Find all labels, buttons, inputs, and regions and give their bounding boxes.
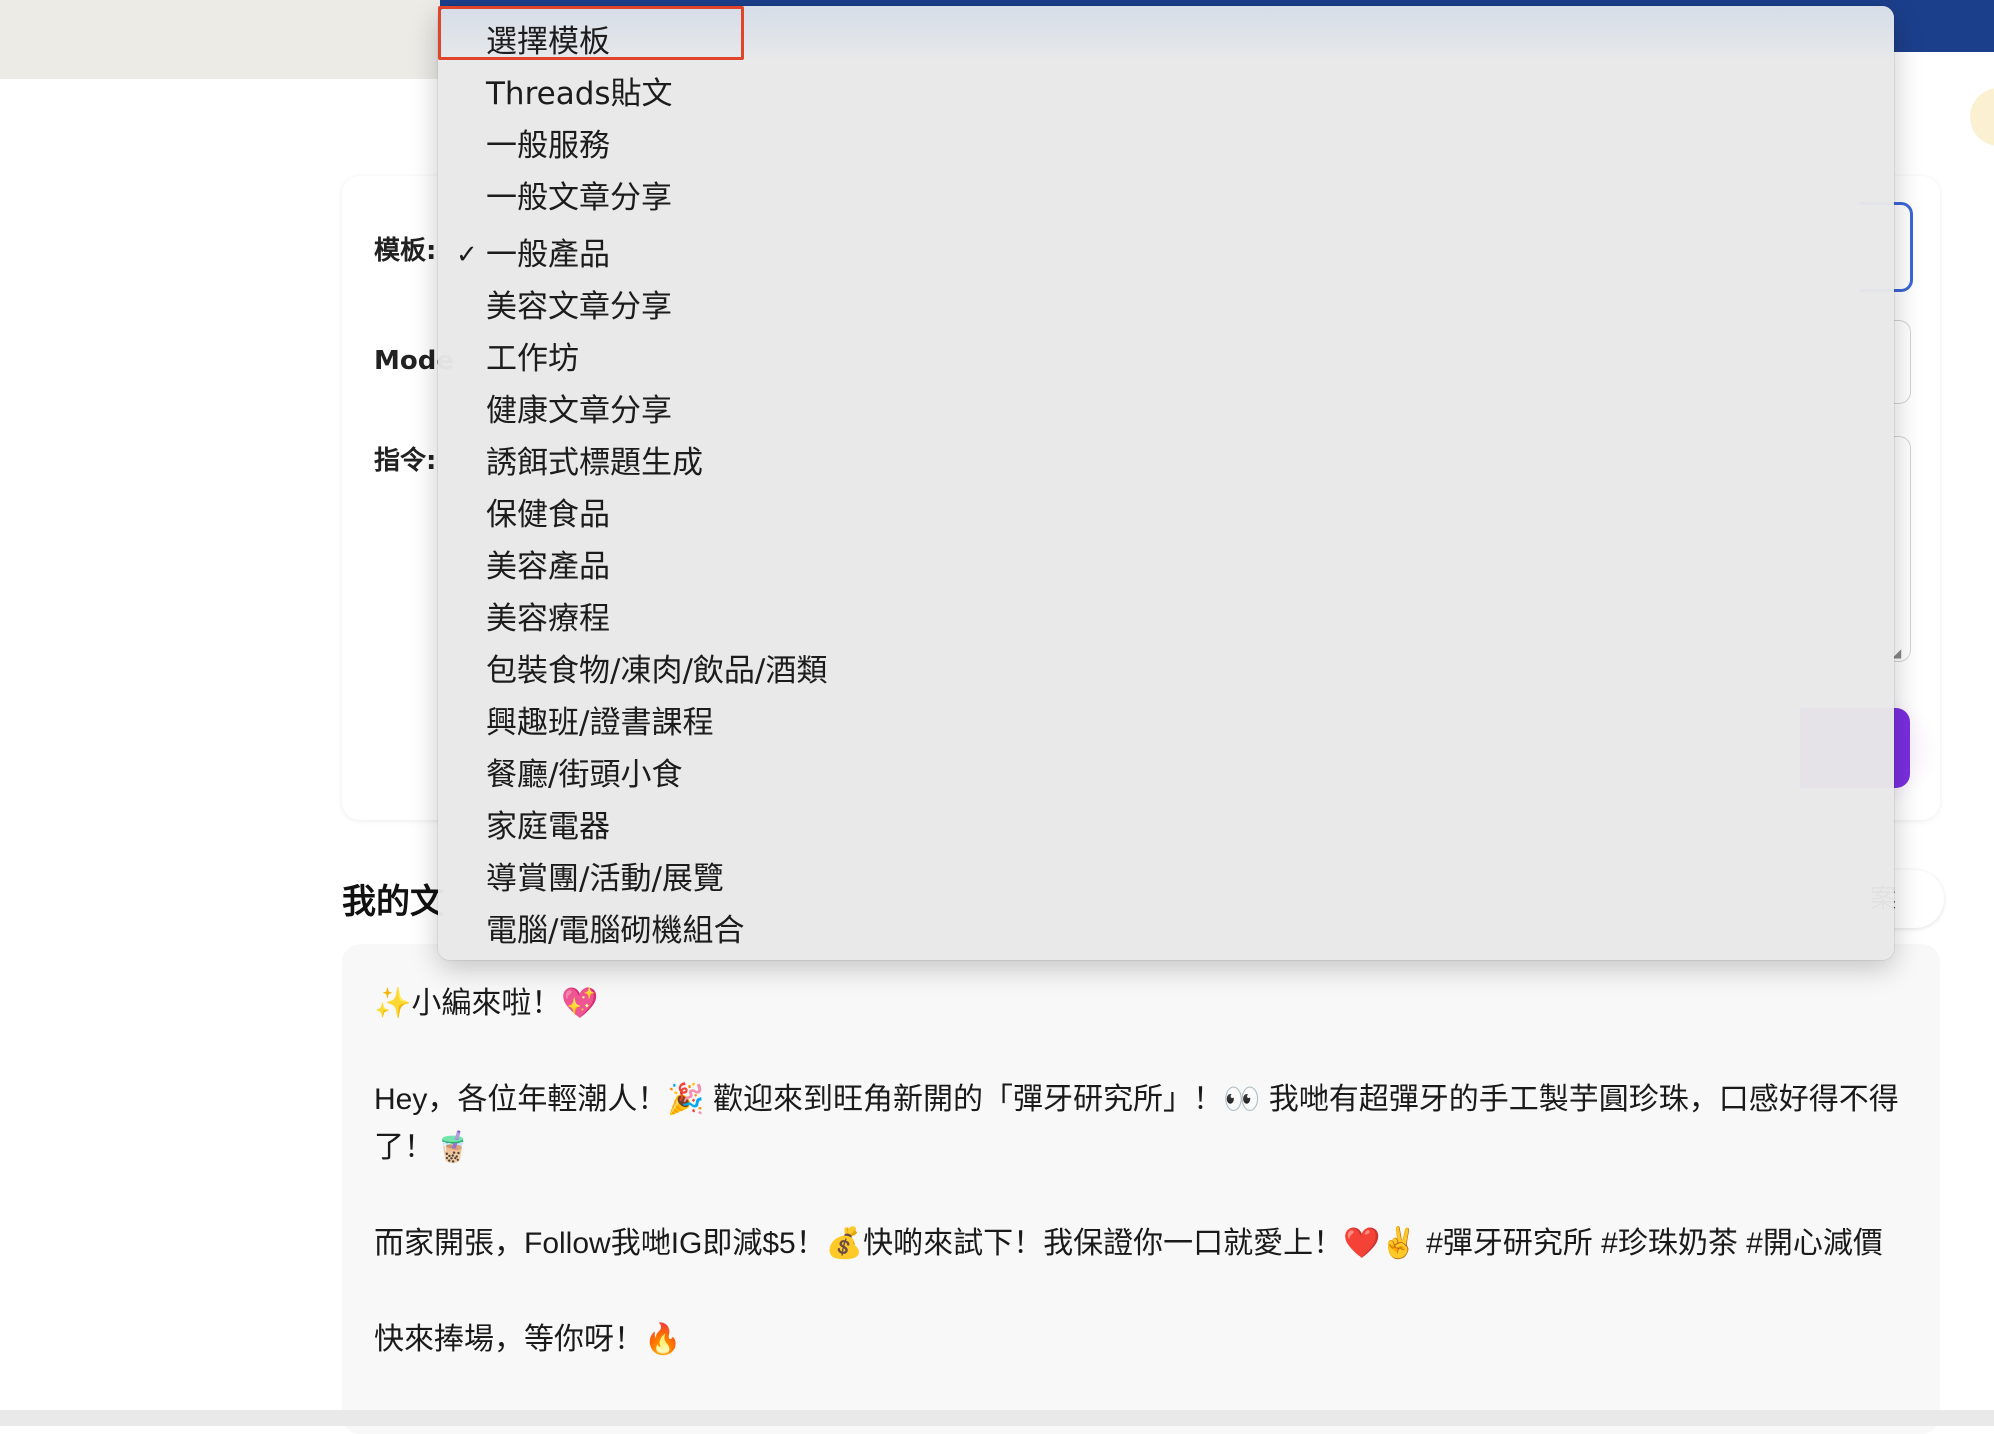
post-paragraph: Hey，各位年輕潮人！🎉 歡迎來到旺角新開的「彈牙研究所」！👀 我哋有超彈牙的手…	[374, 1083, 1899, 1164]
dropdown-option[interactable]: 家庭電器	[486, 807, 610, 847]
template-dropdown-menu: ✓ 選擇模板 Threads貼文 一般服務 一般文章分享 一般產品 美容文章分享…	[438, 6, 1894, 960]
my-posts-title: 我的文	[342, 882, 444, 922]
post-paragraph: ✨小編來啦！💖	[374, 987, 599, 1020]
dropdown-option[interactable]: 健康文章分享	[486, 391, 672, 431]
dropdown-option[interactable]: 包裝食物/凍肉/飲品/酒類	[486, 651, 827, 691]
dropdown-option[interactable]: 保健食品	[486, 495, 610, 535]
dropdown-option[interactable]: 一般文章分享	[486, 178, 672, 218]
checkmark-icon: ✓	[456, 240, 478, 270]
dropdown-option[interactable]: Threads貼文	[486, 74, 673, 114]
dropdown-option[interactable]: 誘餌式標題生成	[486, 443, 703, 483]
highlight-annotation	[438, 6, 744, 60]
dropdown-option[interactable]: 導賞團/活動/展覽	[486, 859, 724, 899]
dropdown-option[interactable]: 美容文章分享	[486, 287, 672, 327]
dropdown-option[interactable]: 興趣班/證書課程	[486, 703, 713, 743]
dropdown-option[interactable]: 工作坊	[486, 339, 579, 379]
dropdown-option[interactable]: 電腦/電腦砌機組合	[486, 911, 744, 951]
dropdown-option-selected[interactable]: 一般產品	[486, 235, 610, 275]
browser-toolbar	[0, 0, 440, 79]
post-paragraph: 快來捧場，等你呀！🔥	[374, 1323, 682, 1356]
template-label: 模板:	[374, 236, 437, 266]
dropdown-option[interactable]: 一般服務	[486, 126, 610, 166]
dropdown-option[interactable]: 美容療程	[486, 599, 610, 639]
user-avatar[interactable]	[1970, 88, 1994, 146]
horizontal-scrollbar[interactable]	[0, 1410, 1994, 1426]
instruction-label: 指令:	[374, 446, 437, 476]
post-paragraph: 而家開張，Follow我哋IG即減$5！💰快啲來試下！我保證你一口就愛上！❤️✌…	[374, 1227, 1883, 1260]
dropdown-option[interactable]: 美容產品	[486, 547, 610, 587]
dropdown-option[interactable]: 餐廳/街頭小食	[486, 755, 682, 795]
post-content: ✨小編來啦！💖 Hey，各位年輕潮人！🎉 歡迎來到旺角新開的「彈牙研究所」！👀 …	[374, 980, 1914, 1412]
